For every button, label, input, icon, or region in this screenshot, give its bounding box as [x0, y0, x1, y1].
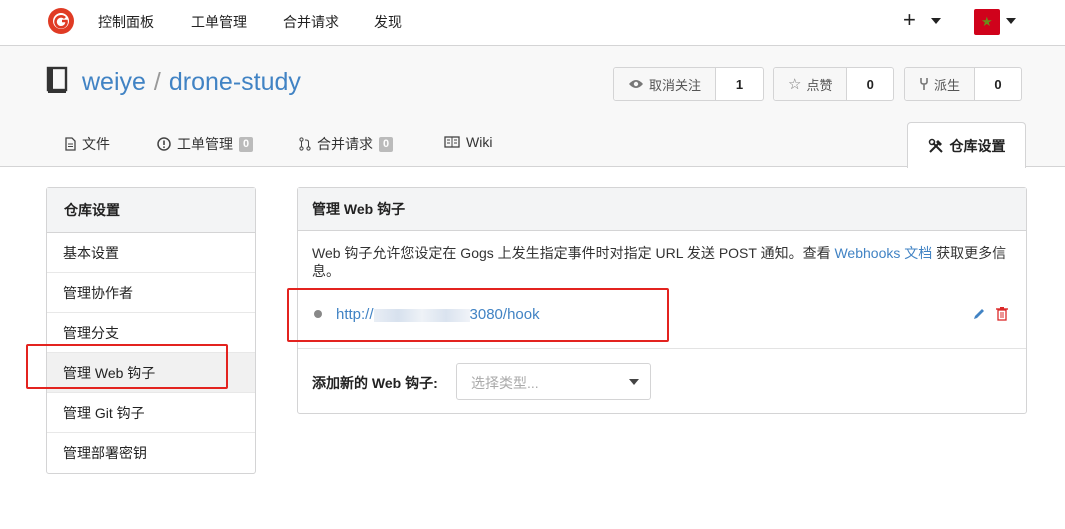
page-title: weiye / drone-study — [82, 68, 301, 97]
tab-settings-label: 仓库设置 — [949, 137, 1006, 154]
fork-label: 派生 — [934, 77, 961, 93]
star-label: 点赞 — [806, 77, 833, 93]
eye-icon — [629, 80, 643, 88]
tab-wiki[interactable]: Wiki — [444, 134, 492, 150]
panel-title: 管理 Web 钩子 — [298, 188, 1026, 231]
issues-count-badge: 0 — [239, 136, 254, 152]
webhook-type-select[interactable]: 选择类型... — [456, 363, 651, 400]
nav-dashboard[interactable]: 控制面板 — [98, 12, 154, 32]
nav-pull-requests[interactable]: 合并请求 — [283, 12, 339, 32]
avatar[interactable]: ★ — [974, 9, 1000, 35]
trash-icon[interactable] — [995, 306, 1009, 321]
settings-sidebar: 仓库设置 基本设置 管理协作者 管理分支 管理 Web 钩子 管理 Git 钩子… — [46, 187, 256, 474]
tab-issues[interactable]: 工单管理 0 — [157, 134, 254, 154]
create-new-button[interactable]: + — [903, 7, 916, 33]
star-icon: ☆ — [788, 76, 802, 93]
tab-wiki-label: Wiki — [466, 134, 493, 150]
file-icon — [65, 137, 76, 151]
watch-count[interactable]: 1 — [716, 68, 763, 100]
sidebar-item-collaborators[interactable]: 管理协作者 — [47, 273, 255, 313]
tools-icon — [928, 138, 943, 153]
webhooks-docs-link[interactable]: Webhooks 文档 — [834, 245, 932, 261]
repo-header: weiye / drone-study 取消关注 1 ☆ 点赞 0 派生 0 文件 … — [0, 46, 1065, 168]
repo-book-icon — [46, 66, 68, 93]
pulls-count-badge: 0 — [379, 136, 394, 152]
sidebar-item-git-hooks[interactable]: 管理 Git 钩子 — [47, 393, 255, 433]
fork-count[interactable]: 0 — [975, 68, 1021, 100]
fork-button[interactable]: 派生 0 — [904, 67, 1022, 101]
highlight-box-webhook-url — [287, 288, 669, 342]
gogs-logo-icon[interactable] — [47, 7, 75, 35]
top-navbar: 控制面板 工单管理 合并请求 发现 + ★ — [0, 0, 1065, 46]
desc-text-before: Web 钩子允许您设定在 Gogs 上发生指定事件时对指定 URL 发送 POS… — [312, 245, 835, 261]
repo-owner-link[interactable]: weiye — [82, 68, 146, 96]
tab-pull-requests-label: 合并请求 — [317, 136, 373, 152]
issue-icon — [157, 137, 171, 151]
book-icon — [444, 136, 460, 148]
chevron-down-icon[interactable] — [1006, 18, 1016, 24]
breadcrumb-separator: / — [153, 68, 161, 96]
chevron-down-icon[interactable] — [931, 18, 941, 24]
divider — [298, 348, 1026, 349]
pencil-icon[interactable] — [972, 307, 986, 321]
star-count[interactable]: 0 — [847, 68, 893, 100]
webhooks-description: Web 钩子允许您设定在 Gogs 上发生指定事件时对指定 URL 发送 POS… — [312, 244, 1012, 280]
sidebar-item-deploy-keys[interactable]: 管理部署密钥 — [47, 433, 255, 473]
unwatch-button[interactable]: 取消关注 1 — [613, 67, 764, 101]
star-icon: ★ — [981, 14, 993, 29]
tab-pull-requests[interactable]: 合并请求 0 — [299, 134, 394, 154]
sidebar-item-options[interactable]: 基本设置 — [47, 233, 255, 273]
tab-files[interactable]: 文件 — [65, 134, 110, 154]
repo-name-link[interactable]: drone-study — [169, 68, 301, 96]
pull-request-icon — [299, 137, 311, 151]
highlight-box-sidebar — [26, 344, 228, 389]
chevron-down-icon — [629, 379, 639, 385]
sidebar-title: 仓库设置 — [47, 188, 255, 233]
nav-explore[interactable]: 发现 — [374, 12, 402, 32]
tab-settings[interactable]: 仓库设置 — [907, 122, 1026, 168]
tab-files-label: 文件 — [82, 136, 110, 152]
tab-issues-label: 工单管理 — [177, 136, 233, 152]
star-button[interactable]: ☆ 点赞 0 — [773, 67, 894, 101]
nav-issues[interactable]: 工单管理 — [191, 12, 247, 32]
select-placeholder: 选择类型... — [471, 375, 539, 391]
fork-icon — [920, 78, 928, 90]
unwatch-label: 取消关注 — [649, 77, 702, 93]
add-webhook-label: 添加新的 Web 钩子: — [312, 375, 438, 391]
